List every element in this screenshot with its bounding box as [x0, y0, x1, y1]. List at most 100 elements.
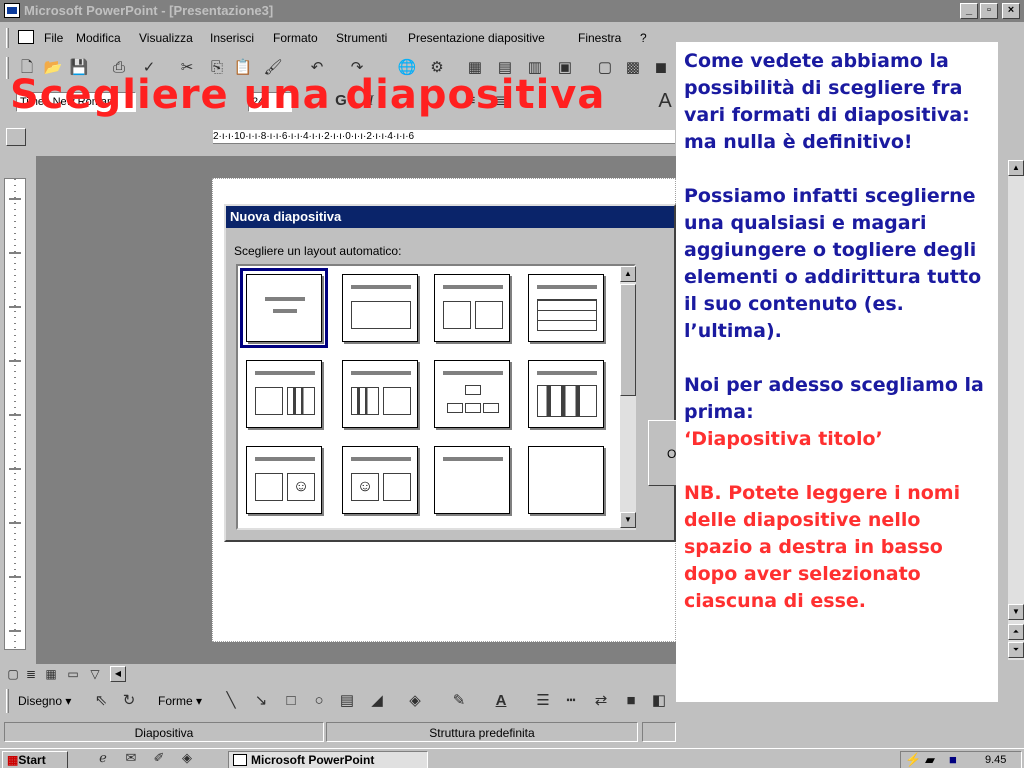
horizontal-ruler: 2·ı·ı·10·ı·ı·8·ı·ı·6·ı·ı·4·ı·ı·2·ı·ı·0·ı… [213, 130, 675, 144]
title-bar-shape [351, 457, 411, 461]
layout-blank[interactable] [528, 446, 604, 514]
autoshapes-menu-button[interactable]: Forme ▾ [158, 694, 202, 708]
fill-color-icon[interactable]: ◈ [404, 690, 426, 712]
scroll-up-arrow-icon[interactable]: ▲ [1008, 160, 1024, 176]
layout-clipart-and-text[interactable]: ☺ [342, 446, 418, 514]
window-title-bar[interactable]: Microsoft PowerPoint - [Presentazione3] … [0, 0, 1024, 22]
taskbar-powerpoint-button[interactable]: Microsoft PowerPoint [228, 751, 428, 768]
autoshapes-menu-label: Forme [158, 694, 193, 708]
menu-strumenti[interactable]: Strumenti [336, 31, 387, 45]
scroll-down-arrow-icon[interactable]: ▼ [1008, 604, 1024, 620]
textbox-tool-icon[interactable]: ▤ [336, 690, 358, 712]
toolbar-grip[interactable] [6, 57, 9, 79]
status-bar: Diapositiva Struttura predefinita [0, 722, 676, 744]
toolbar-grip[interactable] [6, 689, 9, 713]
slide-vertical-scrollbar[interactable]: ▲ ▼ ⏶ ⏷ [1008, 160, 1024, 660]
layout-list[interactable]: ☺ ☺ ▲ ▼ [236, 264, 636, 530]
outline-view-icon[interactable]: ≣ [20, 663, 42, 685]
shadow-icon[interactable]: ■ [620, 690, 642, 712]
desktop-icon[interactable]: ✐ [148, 747, 170, 768]
text-placeholder-shape [383, 473, 411, 501]
scroll-up-arrow-icon[interactable]: ▲ [620, 266, 636, 282]
next-slide-icon[interactable]: ⏷ [1008, 642, 1024, 658]
minimize-button[interactable]: _ [960, 3, 978, 19]
layout-list-scrollbar[interactable]: ▲ ▼ [620, 266, 636, 528]
previous-slide-icon[interactable]: ⏶ [1008, 624, 1024, 640]
increase-font-icon[interactable]: A [654, 90, 676, 112]
font-color-icon[interactable]: A [490, 690, 512, 712]
menu-modifica[interactable]: Modifica [76, 31, 121, 45]
slideshow-view-icon[interactable]: ▽ [84, 663, 106, 685]
slide-sorter-icon[interactable]: ▭ [62, 663, 84, 685]
restore-button[interactable]: ▫ [980, 3, 998, 19]
panel-paragraph-3-text: Noi per adesso scegliamo la prima: [684, 374, 984, 423]
close-button[interactable]: × [1002, 3, 1020, 19]
org-box-shape [465, 385, 481, 395]
status-extra [642, 722, 676, 742]
start-button[interactable]: ▦Start [2, 751, 68, 768]
select-pointer-icon[interactable]: ⇖ [90, 690, 112, 712]
arrow-tool-icon[interactable]: ↘ [250, 690, 272, 712]
line-tool-icon[interactable]: ╲ [220, 690, 242, 712]
layout-title-slide[interactable] [240, 268, 328, 348]
menu-presentazione-diapositive[interactable]: Presentazione diapositive [408, 31, 545, 45]
layout-table[interactable] [528, 274, 604, 342]
menubar-grip[interactable] [6, 28, 9, 48]
org-box-shape [483, 403, 499, 413]
draw-menu-label: Disegno [18, 694, 63, 708]
menu-file[interactable]: File [44, 31, 63, 45]
draw-menu-button[interactable]: Disegno ▾ [18, 694, 71, 708]
line-style-icon[interactable]: ☰ [532, 690, 554, 712]
channels-icon[interactable]: ◈ [176, 747, 198, 768]
layout-two-column-text[interactable] [434, 274, 510, 342]
menu-visualizza[interactable]: Visualizza [139, 31, 193, 45]
free-rotate-icon[interactable]: ↻ [118, 690, 140, 712]
layout-text-and-clipart[interactable]: ☺ [246, 446, 322, 514]
subtitle-bar-shape [273, 309, 297, 313]
slide-layout-icon[interactable]: ▩ [622, 57, 644, 79]
scrollbar-thumb[interactable] [620, 284, 636, 396]
slide-view-icon[interactable]: ▦ [40, 663, 62, 685]
dash-style-icon[interactable]: ┅ [560, 690, 582, 712]
status-design[interactable]: Struttura predefinita [326, 722, 638, 742]
vertical-ruler [4, 178, 26, 650]
menu-inserisci[interactable]: Inserisci [210, 31, 254, 45]
tray-app-icon[interactable]: ▰ [925, 752, 935, 768]
powerpoint-app-icon [4, 3, 20, 18]
layout-bulleted-list[interactable] [342, 274, 418, 342]
network-icon[interactable]: ⚡ [905, 752, 921, 768]
layout-text-and-chart[interactable] [246, 360, 322, 428]
vertical-ruler-ticks [9, 179, 21, 649]
dialog-title[interactable]: Nuova diapositiva [226, 206, 674, 228]
view-selector-box[interactable] [6, 128, 26, 146]
line-color-icon[interactable]: ✎ [448, 690, 470, 712]
arrow-style-icon[interactable]: ⇄ [590, 690, 612, 712]
org-box-shape [447, 403, 463, 413]
scroll-down-arrow-icon[interactable]: ▼ [620, 512, 636, 528]
clock[interactable]: 9.45 [985, 752, 1006, 768]
wordart-tool-icon[interactable]: ◢ [366, 690, 388, 712]
menu-help[interactable]: ? [640, 31, 647, 45]
document-icon[interactable] [18, 30, 34, 44]
grayscale-icon[interactable]: ◼ [650, 57, 672, 79]
hscroll-left-arrow-icon[interactable]: ◀ [110, 666, 126, 682]
windows-logo-icon: ▦ [7, 753, 19, 767]
tray-monitor-icon[interactable]: ■ [949, 752, 957, 768]
layout-title-only[interactable] [434, 446, 510, 514]
title-bar-shape [443, 457, 503, 461]
text-placeholder-shape [383, 387, 411, 415]
view-buttons-bar: ▢ ≣ ▦ ▭ ▽ ◀ [0, 664, 676, 684]
layout-chart[interactable] [528, 360, 604, 428]
menu-formato[interactable]: Formato [273, 31, 318, 45]
internet-explorer-icon[interactable]: ℯ [92, 747, 114, 768]
new-slide-dialog: Nuova diapositiva Scegliere un layout au… [224, 204, 678, 542]
layout-chart-and-text[interactable] [342, 360, 418, 428]
rectangle-tool-icon[interactable]: □ [280, 690, 302, 712]
oval-tool-icon[interactable]: ○ [308, 690, 330, 712]
3d-icon[interactable]: ◧ [648, 690, 670, 712]
menu-finestra[interactable]: Finestra [578, 31, 621, 45]
layout-organization-chart[interactable] [434, 360, 510, 428]
powerpoint-taskbar-icon [233, 754, 247, 766]
outlook-icon[interactable]: ✉ [120, 747, 142, 768]
dialog-ok-button[interactable]: O [648, 420, 678, 486]
